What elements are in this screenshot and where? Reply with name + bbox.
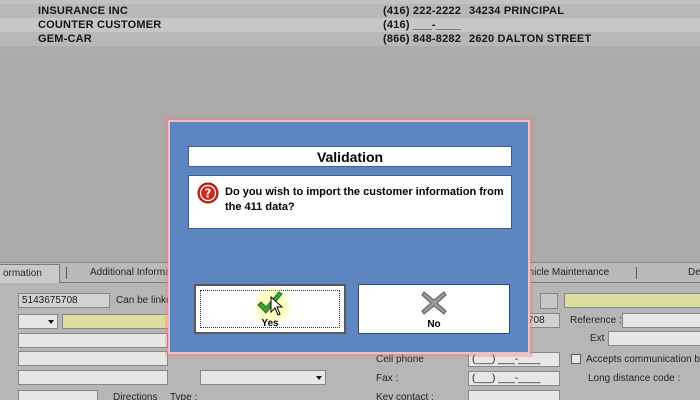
mouse-pointer-icon bbox=[270, 296, 284, 316]
no-button-label: No bbox=[427, 319, 441, 330]
dialog-message-box: ? Do you wish to import the customer inf… bbox=[188, 175, 512, 229]
dialog-title: Validation bbox=[188, 146, 512, 167]
validation-dialog: Validation ? Do you wish to import the c… bbox=[168, 120, 530, 354]
svg-text:?: ? bbox=[205, 187, 212, 201]
x-icon bbox=[421, 291, 447, 315]
yes-button-label: Yes bbox=[261, 318, 279, 329]
yes-button[interactable]: Yes bbox=[194, 284, 346, 334]
dialog-message: Do you wish to import the customer infor… bbox=[225, 186, 504, 213]
no-button[interactable]: No bbox=[358, 284, 510, 334]
question-icon: ? bbox=[197, 182, 219, 204]
